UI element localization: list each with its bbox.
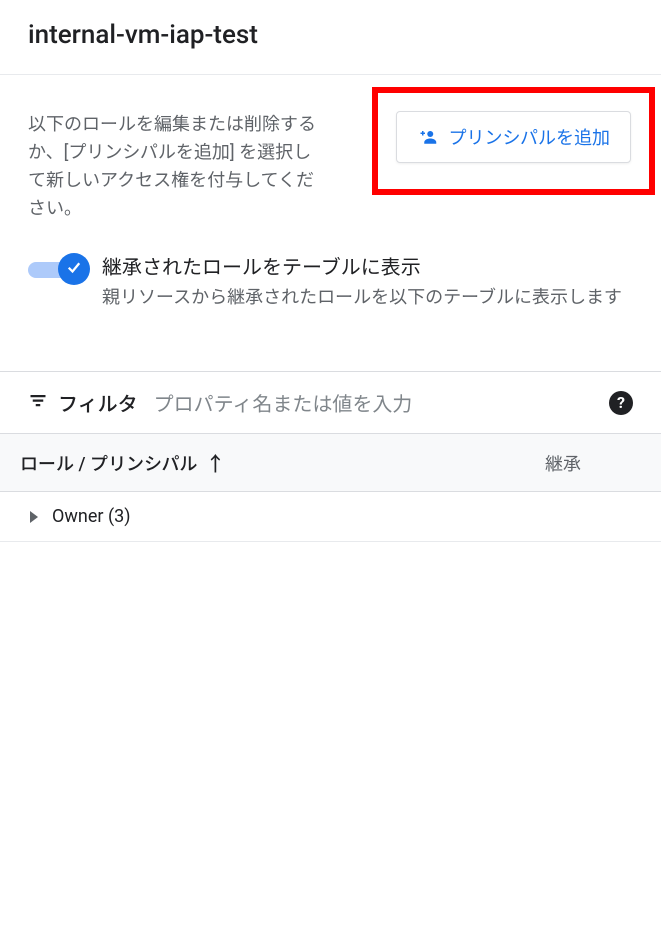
add-principal-label: プリンシパルを追加 (449, 124, 610, 150)
check-icon (65, 258, 83, 280)
description-text: 以下のロールを編集または削除するか、[プリンシパルを追加] を選択して新しいアク… (28, 111, 318, 223)
add-person-icon (417, 128, 439, 146)
column-role-principal[interactable]: ロール / プリンシパル ↑ (20, 448, 545, 477)
top-section: 以下のロールを編集または削除するか、[プリンシパルを追加] を選択して新しいアク… (0, 75, 661, 251)
callout-highlight: プリンシパルを追加 (372, 87, 655, 195)
help-icon[interactable]: ? (609, 391, 633, 415)
table-header: ロール / プリンシパル ↑ 継承 (0, 433, 661, 492)
filter-label: フィルタ (28, 388, 138, 417)
header: internal-vm-iap-test (0, 0, 661, 75)
toggle-text: 継承されたロールをテーブルに表示 親リソースから継承されたロールを以下のテーブル… (102, 251, 633, 312)
filter-input[interactable]: プロパティ名または値を入力 (154, 388, 593, 417)
table-row[interactable]: Owner (3) (0, 492, 661, 542)
page-title: internal-vm-iap-test (28, 20, 633, 50)
filter-label-text: フィルタ (58, 388, 138, 417)
inherited-roles-toggle[interactable] (28, 255, 84, 283)
filter-bar: フィルタ プロパティ名または値を入力 ? (0, 371, 661, 433)
column-inheritance[interactable]: 継承 (545, 450, 641, 476)
toggle-subtitle: 親リソースから継承されたロールを以下のテーブルに表示します (102, 284, 633, 312)
row-label: Owner (3) (52, 506, 131, 527)
toggle-thumb (58, 253, 90, 285)
column-role-label: ロール / プリンシパル (20, 450, 197, 476)
add-principal-button[interactable]: プリンシパルを追加 (396, 111, 631, 163)
filter-icon (28, 391, 48, 415)
toggle-section: 継承されたロールをテーブルに表示 親リソースから継承されたロールを以下のテーブル… (0, 251, 661, 352)
expand-icon (30, 511, 38, 523)
toggle-title: 継承されたロールをテーブルに表示 (102, 251, 633, 280)
sort-ascending-icon: ↑ (205, 448, 225, 477)
